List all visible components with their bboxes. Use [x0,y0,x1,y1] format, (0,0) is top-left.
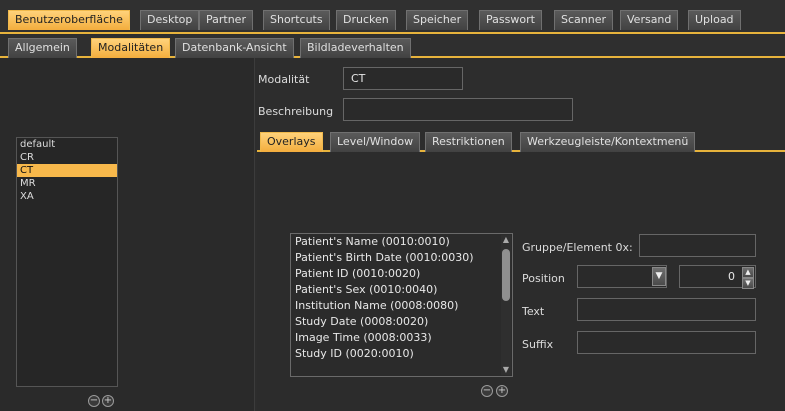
tab-modalitaeten[interactable]: Modalitäten [91,38,171,58]
scroll-up-icon[interactable]: ▲ [501,235,511,245]
tab-shortcuts[interactable]: Shortcuts [263,10,330,30]
main-tabbar: Benutzeroberfläche Desktop Partner Short… [0,0,785,34]
overlay-tabbar: Overlays Level/Window Restriktionen Werk… [257,130,785,152]
chevron-down-icon[interactable]: ▼ [652,267,666,286]
tab-versand[interactable]: Versand [620,10,679,30]
suffix-label: Suffix [522,338,554,351]
list-item[interactable]: Image Time (0008:0033) [291,330,512,346]
tab-scanner[interactable]: Scanner [554,10,614,30]
list-item[interactable]: Institution Name (0008:0080) [291,298,512,314]
add-overlay-button[interactable]: + [496,385,508,397]
position-label: Position [522,272,565,285]
sub-tabbar: Allgemein Modalitäten Datenbank-Ansicht … [0,35,785,58]
tab-level-window[interactable]: Level/Window [330,132,421,152]
overlay-scrollbar[interactable]: ▲ ▼ [501,235,511,375]
tab-upload[interactable]: Upload [688,10,741,30]
tab-drucken[interactable]: Drucken [336,10,396,30]
spin-down-icon[interactable]: ▼ [742,278,754,289]
text-label: Text [522,305,545,318]
text-field[interactable] [577,298,756,321]
suffix-field[interactable] [577,331,756,354]
gruppe-field[interactable] [639,234,756,257]
tab-partner[interactable]: Partner [199,10,253,30]
remove-overlay-button[interactable]: − [481,385,493,397]
tab-benutzeroberflaeche[interactable]: Benutzeroberfläche [8,10,130,30]
list-item[interactable]: MR [17,177,117,190]
tab-restriktionen[interactable]: Restriktionen [425,132,512,152]
scroll-thumb[interactable] [502,249,510,301]
modalitaet-label: Modalität [258,73,310,86]
spin-up-icon[interactable]: ▲ [742,267,754,278]
list-item[interactable]: Patient's Name (0010:0010) [291,234,512,250]
list-item[interactable]: default [17,138,117,151]
tab-overlays[interactable]: Overlays [260,132,323,152]
tab-desktop[interactable]: Desktop [140,10,200,30]
modality-list[interactable]: default CR CT MR XA [16,137,118,387]
list-item[interactable]: Study ID (0020:0010) [291,346,512,362]
add-modality-button[interactable]: + [102,395,114,407]
overlay-list[interactable]: Patient's Name (0010:0010) Patient's Bir… [290,233,513,377]
list-item[interactable]: Patient ID (0010:0020) [291,266,512,282]
list-item[interactable]: CR [17,151,117,164]
tab-passwort[interactable]: Passwort [479,10,542,30]
tab-speicher[interactable]: Speicher [406,10,469,30]
list-item[interactable]: CT [17,164,117,177]
gruppe-label: Gruppe/Element 0x: [522,241,633,254]
list-item[interactable]: Patient's Birth Date (0010:0030) [291,250,512,266]
list-item[interactable]: Patient's Sex (0010:0040) [291,282,512,298]
list-item[interactable]: Study Date (0008:0020) [291,314,512,330]
tab-werkzeugleiste[interactable]: Werkzeugleiste/Kontextmenü [520,132,696,152]
tab-allgemein[interactable]: Allgemein [8,38,77,58]
beschreibung-label: Beschreibung [258,105,334,118]
tab-datenbank-ansicht[interactable]: Datenbank-Ansicht [175,38,294,58]
modalitaet-field[interactable]: CT [343,67,463,90]
tab-bildladeverhalten[interactable]: Bildladeverhalten [300,38,411,58]
scroll-down-icon[interactable]: ▼ [501,365,511,375]
list-item[interactable]: XA [17,190,117,203]
remove-modality-button[interactable]: − [88,395,100,407]
beschreibung-field[interactable] [343,98,573,121]
